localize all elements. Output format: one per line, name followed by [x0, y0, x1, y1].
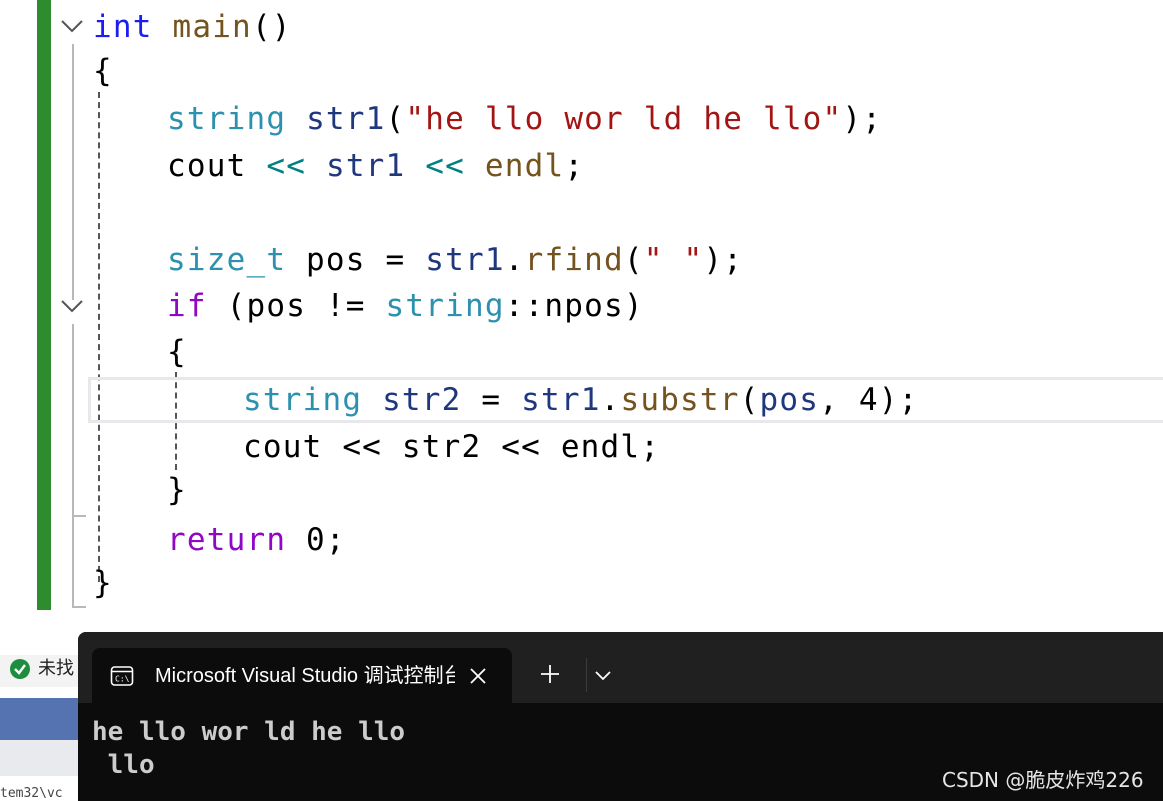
code-token: str1	[425, 242, 505, 278]
background-panel-header	[0, 698, 90, 740]
code-line[interactable]: if (pos != string::npos)	[167, 283, 644, 329]
code-token: );	[703, 242, 744, 278]
code-line[interactable]: size_t pos = str1.rfind(" ");	[167, 237, 743, 283]
check-circle-icon	[10, 659, 30, 679]
fold-outline-main-lower	[72, 324, 74, 608]
svg-text:C:\: C:\	[115, 675, 130, 684]
code-token: cout	[167, 148, 247, 184]
code-line[interactable]: int main()	[93, 4, 292, 50]
code-token: (	[623, 242, 644, 278]
code-token: int	[93, 9, 153, 45]
code-token: str1	[521, 382, 601, 418]
code-token: =	[461, 382, 522, 418]
code-token: <<	[425, 148, 466, 184]
close-icon[interactable]	[466, 664, 490, 688]
code-token: }	[93, 565, 113, 601]
code-token: str1	[325, 148, 406, 184]
console-output-line: llo	[92, 750, 155, 780]
tab-title: Microsoft Visual Studio 调试控制台	[155, 665, 455, 687]
code-token: {	[167, 334, 187, 370]
code-token: .	[600, 382, 621, 418]
code-token: (	[385, 101, 406, 137]
code-token: pos =	[286, 242, 426, 278]
watermark: CSDN @脆皮炸鸡226	[942, 768, 1144, 792]
console-icon: C:\	[110, 666, 134, 686]
code-line[interactable]: string str2 = str1.substr(pos, 4);	[243, 377, 918, 423]
code-line[interactable]: return 0;	[167, 517, 346, 563]
chevron-down-icon[interactable]	[60, 14, 84, 38]
background-path-text: tem32\vc	[0, 786, 90, 801]
code-token: ::npos)	[504, 288, 644, 324]
code-token: " "	[643, 242, 704, 278]
change-tracking-bar	[37, 0, 51, 610]
code-token: cout << str2 << endl;	[243, 429, 661, 465]
terminal-tab-strip: C:\ Microsoft Visual Studio 调试控制台	[78, 632, 1163, 703]
code-line[interactable]: }	[93, 560, 113, 606]
code-token: str1	[306, 101, 386, 137]
code-token: {	[93, 53, 113, 89]
code-token: 0;	[286, 522, 346, 558]
code-token: string	[385, 288, 505, 324]
code-token: );	[842, 101, 883, 137]
code-token: endl	[484, 148, 565, 184]
code-token: (	[739, 382, 760, 418]
code-line[interactable]: {	[93, 48, 113, 94]
code-token: pos	[759, 382, 820, 418]
code-token: size_t	[167, 242, 287, 278]
code-line[interactable]: }	[167, 467, 187, 513]
background-status-text: 未找	[38, 658, 74, 679]
console-output-line: he llo wor ld he llo	[92, 717, 406, 747]
chevron-down-icon[interactable]	[592, 664, 614, 686]
code-token: (pos !=	[206, 288, 386, 324]
code-token: return	[167, 522, 287, 558]
code-token: str2	[382, 382, 462, 418]
code-token: }	[167, 472, 187, 508]
code-line[interactable]: {	[167, 329, 187, 375]
code-token: "he llo wor ld he llo"	[405, 101, 843, 137]
fold-outline-end-if	[72, 515, 86, 517]
code-token: <<	[266, 148, 307, 184]
code-token: , 4);	[819, 382, 919, 418]
tab-separator	[586, 658, 587, 692]
chevron-down-icon[interactable]	[60, 294, 84, 318]
fold-outline-end-main	[72, 606, 86, 608]
indent-guide	[98, 92, 100, 582]
code-token: string	[167, 101, 287, 137]
code-line[interactable]: string str1("he llo wor ld he llo");	[167, 96, 882, 142]
fold-outline-main	[72, 44, 74, 300]
code-token: ;	[564, 148, 585, 184]
code-token: main	[172, 9, 252, 45]
code-token: rfind	[524, 242, 624, 278]
tab-debug-console[interactable]: C:\ Microsoft Visual Studio 调试控制台	[92, 648, 512, 703]
code-token: .	[504, 242, 525, 278]
background-panel-body	[0, 740, 90, 776]
code-token: substr	[620, 382, 740, 418]
code-line[interactable]: cout << str2 << endl;	[243, 424, 660, 470]
code-token: if	[167, 288, 207, 324]
code-editor[interactable]: int main() { string str1("he llo wor ld …	[0, 0, 1163, 640]
code-token: string	[243, 382, 363, 418]
plus-icon[interactable]	[538, 662, 562, 686]
code-line[interactable]: cout << str1 << endl;	[167, 143, 584, 189]
code-token: ()	[251, 9, 292, 45]
